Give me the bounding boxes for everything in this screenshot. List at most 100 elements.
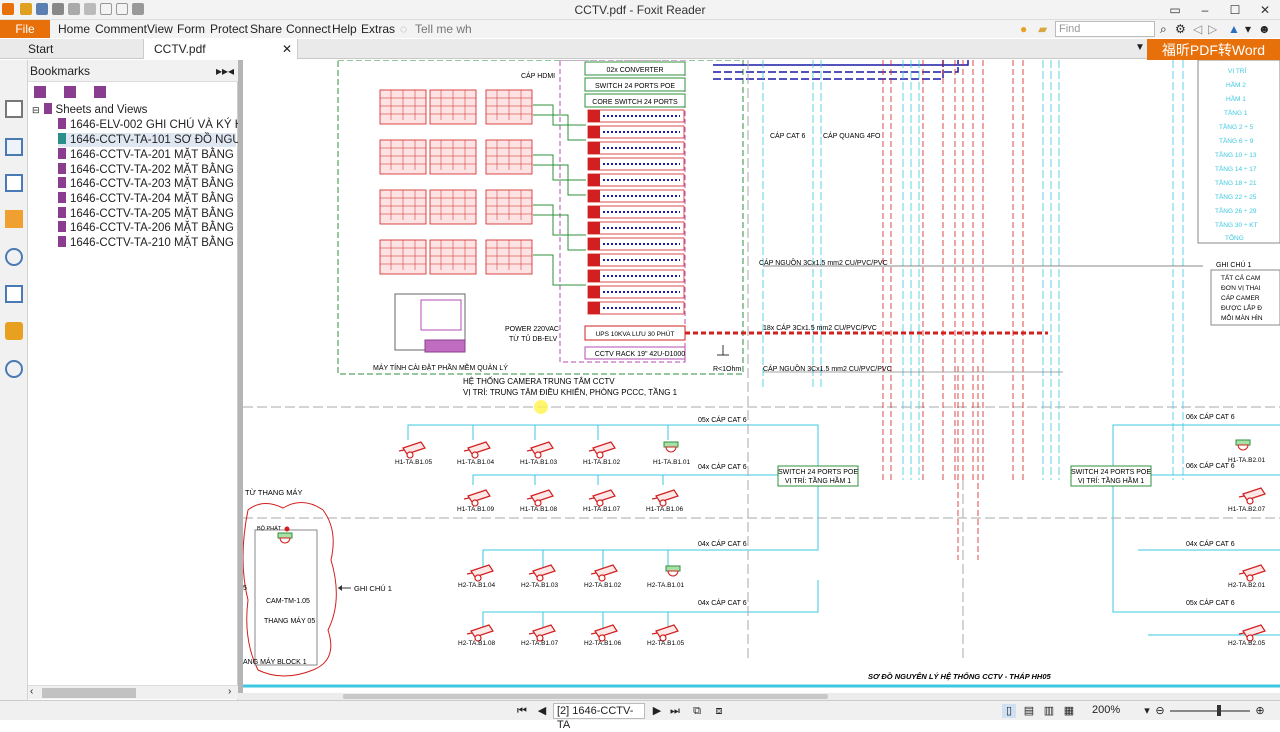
lock-icon[interactable] <box>5 322 23 340</box>
attachment-icon[interactable] <box>5 248 23 266</box>
camera-label: H2-TA.B1.02 <box>584 582 621 589</box>
find-input[interactable]: Find <box>1055 21 1155 37</box>
bookmark-add-icon[interactable] <box>34 86 46 98</box>
menu-protect[interactable]: Protect <box>210 22 248 36</box>
bookmark-item-selected[interactable]: 1646-CCTV-TA-101 SƠ ĐỒ NGUYÊN L <box>58 133 274 147</box>
document-scrollbar[interactable] <box>238 693 1280 700</box>
zoom-dropdown-icon[interactable]: ▾ <box>1140 704 1154 718</box>
floor-cell: TỔNG <box>1225 233 1244 242</box>
menu-comment[interactable]: Comment <box>95 22 147 36</box>
zoom-value[interactable]: 200% <box>1092 704 1132 716</box>
close-tab-icon[interactable]: ✕ <box>282 39 292 59</box>
continuous-icon[interactable]: ▤ <box>1022 704 1036 718</box>
zoom-out-icon[interactable]: ⊖ <box>1153 704 1167 718</box>
comment-icon[interactable] <box>5 210 23 228</box>
next-page-icon[interactable]: ▶ <box>650 704 664 718</box>
last-page-icon[interactable]: ⏭ <box>668 704 682 718</box>
legend-line: ĐƯỢC LẮP Đ <box>1221 303 1262 312</box>
camera-label: H1-TA.B2.07 <box>1228 506 1265 513</box>
maximize-icon[interactable]: ☐ <box>1220 0 1250 20</box>
power-source-label: TỪ TỦ DB-ELV <box>509 334 557 343</box>
collapse-panel-icon[interactable]: ◂ <box>228 60 234 82</box>
facing-icon[interactable]: ▥ <box>1042 704 1056 718</box>
scroll-left-icon[interactable]: ‹ <box>30 686 33 697</box>
search-pdf-icon[interactable] <box>5 360 23 378</box>
camera-label: H1-TA.B1.02 <box>583 459 620 466</box>
bookmarks-scrollbar[interactable]: ‹ › <box>28 685 238 699</box>
page-select[interactable]: [2] 1646-CCTV-TA <box>553 703 645 731</box>
collapse-tree-icon[interactable]: ⊟ <box>32 105 40 115</box>
switch-a-title: SWITCH 24 PORTS POE <box>778 469 858 476</box>
legend-line: TẤT CẢ CAM <box>1221 272 1260 282</box>
layout-icon[interactable]: ▭ <box>1160 0 1190 20</box>
lightbulb-icon: ◌ <box>400 22 408 36</box>
pdf-page[interactable]: 02x CONVERTER SWITCH 24 PORTS POE CORE S… <box>243 60 1280 693</box>
bookmark-item[interactable]: 1646-ELV-002 GHI CHÚ VÀ KÝ HIỆU <box>58 118 262 132</box>
menu-share[interactable]: Share <box>250 22 282 36</box>
rack-switch-label: SWITCH 24 PORTS POE <box>595 83 675 90</box>
menu-connect[interactable]: Connect <box>286 22 331 36</box>
zoom-slider-knob[interactable] <box>1217 705 1221 716</box>
prev-page-icon[interactable]: ◀ <box>535 704 549 718</box>
page-icon[interactable] <box>5 100 23 118</box>
bookmark-icon <box>58 148 66 159</box>
coin-icon[interactable]: ● <box>1020 22 1027 36</box>
menu-home[interactable]: Home <box>58 22 90 36</box>
bookmark-icon <box>58 177 66 188</box>
brand-banner[interactable]: 福昕PDF转Word <box>1147 39 1280 61</box>
bookmark-expand-icon[interactable] <box>64 86 76 98</box>
expand-panel-icon[interactable]: ▸▸ <box>216 60 228 82</box>
continuous-facing-icon[interactable]: ▦ <box>1062 704 1076 718</box>
bookmark-icon <box>58 163 66 174</box>
menu-help[interactable]: Help <box>332 22 357 36</box>
legend-line: ĐƠN VỊ THAI <box>1221 285 1261 292</box>
bookmark-root[interactable]: ⊟ Sheets and Views <box>32 103 147 117</box>
single-page-icon[interactable]: ▯ <box>1002 704 1016 718</box>
menu-extras[interactable]: Extras <box>361 22 395 36</box>
layers-icon[interactable] <box>5 174 23 192</box>
tab-start[interactable]: Start <box>18 39 138 59</box>
window-title: CCTV.pdf - Foxit Reader <box>574 3 706 17</box>
menu-dropdown-icon[interactable]: ▾ <box>1245 22 1251 36</box>
bookmark-root-label: Sheets and Views <box>55 104 148 116</box>
elevator-camera-label: CAM-TM-1.05 <box>266 598 310 605</box>
tab-list-icon[interactable]: ▼ <box>1135 42 1145 53</box>
bookmark-delete-icon[interactable] <box>94 86 106 98</box>
document-area[interactable]: 02x CONVERTER SWITCH 24 PORTS POE CORE S… <box>238 60 1280 700</box>
zoom-in-icon[interactable]: ⊕ <box>1253 704 1267 718</box>
block-label: ANG MÁY BLOCK 1 <box>243 657 307 666</box>
file-menu[interactable]: File <box>0 20 50 38</box>
run-label: 04x CÁP CAT 6 <box>698 462 747 471</box>
note-arrow-label: GHI CHÚ 1 <box>354 584 392 593</box>
scroll-right-icon[interactable]: › <box>228 686 231 697</box>
tab-cctv[interactable]: CCTV.pdf ✕ <box>143 39 298 59</box>
close-window-icon[interactable]: ✕ <box>1250 0 1280 20</box>
signature-icon[interactable] <box>5 285 23 303</box>
pages-thumbnail-icon[interactable] <box>5 138 23 156</box>
zoom-slider[interactable] <box>1170 710 1250 712</box>
menu-form[interactable]: Form <box>177 22 205 36</box>
prev-result-icon[interactable]: ◁ <box>1193 22 1202 36</box>
legend-title: GHI CHÚ 1 <box>1216 260 1252 269</box>
fit-width-icon[interactable]: ⧈ <box>712 704 726 718</box>
user-icon[interactable]: ☻ <box>1258 22 1271 36</box>
document-scroll-thumb[interactable] <box>343 694 828 699</box>
minimize-icon[interactable]: – <box>1190 0 1220 20</box>
menu-view[interactable]: View <box>147 22 173 36</box>
switch-b-title: SWITCH 24 PORTS POE <box>1071 469 1151 476</box>
run-label: 05x CÁP CAT 6 <box>698 415 747 424</box>
bookmarks-scroll-thumb[interactable] <box>42 688 136 698</box>
camera-label: H2-TA.B2.01 <box>1228 582 1265 589</box>
bookmark-icon <box>58 133 66 144</box>
settings-icon[interactable]: ⚙ <box>1175 22 1186 36</box>
power-cable-label-2: CÁP NGUỒN 3Cx1.5 mm2 CU/PVC/PVC <box>763 363 892 373</box>
fit-page-icon[interactable]: ⧉ <box>690 704 704 718</box>
tell-me-box[interactable]: Tell me wh <box>415 22 472 36</box>
camera-label: H2-TA.B1.03 <box>521 582 558 589</box>
notification-icon[interactable]: ▲ <box>1228 22 1240 36</box>
search-icon[interactable]: ⌕ <box>1160 22 1167 37</box>
first-page-icon[interactable]: ⏮ <box>515 704 529 718</box>
run-label: 04x CÁP CAT 6 <box>698 598 747 607</box>
folder-icon[interactable]: ▰ <box>1038 22 1047 36</box>
next-result-icon[interactable]: ▷ <box>1208 22 1217 36</box>
